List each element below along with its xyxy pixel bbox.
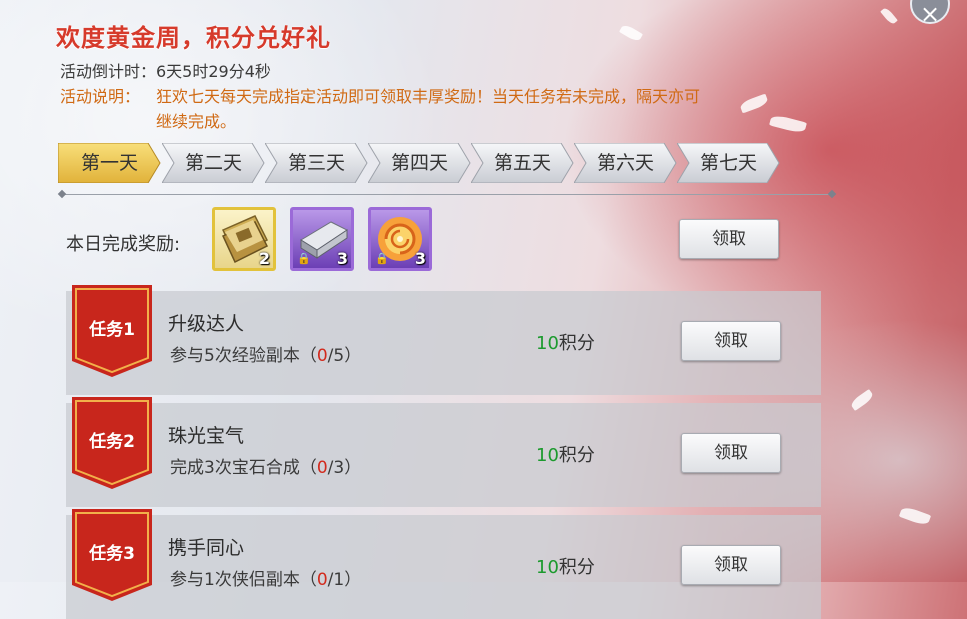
task-progress: 0 — [316, 346, 328, 366]
task-desc: 参与5次经验副本（0/5） — [170, 346, 362, 366]
task-card: 任务1 升级达人 参与5次经验副本（0/5） 10积分 领取 — [66, 285, 821, 395]
task-card: 任务3 携手同心 参与1次侠侣副本（0/1） 10积分 领取 — [66, 509, 821, 619]
task-points: 10积分 — [536, 333, 595, 354]
tab-day-1[interactable]: 第一天 — [58, 143, 161, 183]
item-count: 3 — [414, 249, 426, 268]
item-count: 3 — [336, 249, 348, 268]
lock-icon: 🔒 — [375, 252, 389, 265]
task-desc: 参与1次侠侣副本（0/1） — [170, 570, 362, 590]
task-card: 任务2 珠光宝气 完成3次宝石合成（0/3） 10积分 领取 — [66, 397, 821, 507]
task-points: 10积分 — [536, 557, 595, 578]
close-icon: × — [919, 0, 941, 28]
tab-day-7[interactable]: 第七天 — [677, 143, 780, 183]
divider — [62, 194, 832, 195]
countdown-text: 活动倒计时：6天5时29分4秒 — [60, 62, 271, 81]
tab-day-6[interactable]: 第六天 — [574, 143, 677, 183]
tab-day-5[interactable]: 第五天 — [471, 143, 574, 183]
task-progress: 0 — [316, 570, 328, 590]
task-points: 10积分 — [536, 445, 595, 466]
claim-daily-reward-button[interactable]: 领取 — [679, 219, 779, 259]
description-body: 狂欢七天每天完成指定活动即可领取丰厚奖励！当天任务若未完成，隔天亦可继续完成。 — [156, 87, 701, 131]
task-name: 携手同心 — [168, 537, 245, 559]
reward-item-1[interactable]: 2 — [212, 207, 276, 271]
task-desc: 完成3次宝石合成（0/3） — [170, 458, 362, 478]
description-label: 活动说明： — [60, 87, 141, 106]
tab-label: 第五天 — [493, 152, 551, 174]
task-name: 珠光宝气 — [168, 425, 245, 447]
lock-icon: 🔒 — [297, 252, 311, 265]
tab-day-3[interactable]: 第三天 — [265, 143, 368, 183]
task-badge-label: 任务2 — [89, 432, 135, 452]
tab-label: 第一天 — [80, 152, 138, 174]
claim-task-button[interactable]: 领取 — [681, 545, 781, 585]
task-name: 升级达人 — [168, 313, 245, 335]
page-title: 欢度黄金周，积分兑好礼 — [56, 24, 331, 52]
tab-label: 第二天 — [184, 152, 242, 174]
reward-item-3[interactable]: 🔒 3 — [368, 207, 432, 271]
activity-description: 活动说明： 狂欢七天每天完成指定活动即可领取丰厚奖励！当天任务若未完成，隔天亦可… — [60, 84, 710, 134]
task-badge-label: 任务1 — [89, 320, 135, 340]
task-badge-label: 任务3 — [89, 544, 135, 564]
tab-day-2[interactable]: 第二天 — [162, 143, 265, 183]
tab-label: 第七天 — [699, 152, 757, 174]
reward-item-2[interactable]: 🔒 3 — [290, 207, 354, 271]
tab-day-4[interactable]: 第四天 — [368, 143, 471, 183]
claim-task-button[interactable]: 领取 — [681, 321, 781, 361]
tab-label: 第三天 — [287, 152, 345, 174]
item-count: 2 — [258, 249, 270, 268]
claim-task-button[interactable]: 领取 — [681, 433, 781, 473]
tab-label: 第六天 — [596, 152, 654, 174]
daily-reward-label: 本日完成奖励: — [66, 234, 181, 255]
tab-label: 第四天 — [390, 152, 448, 174]
task-progress: 0 — [316, 458, 328, 478]
